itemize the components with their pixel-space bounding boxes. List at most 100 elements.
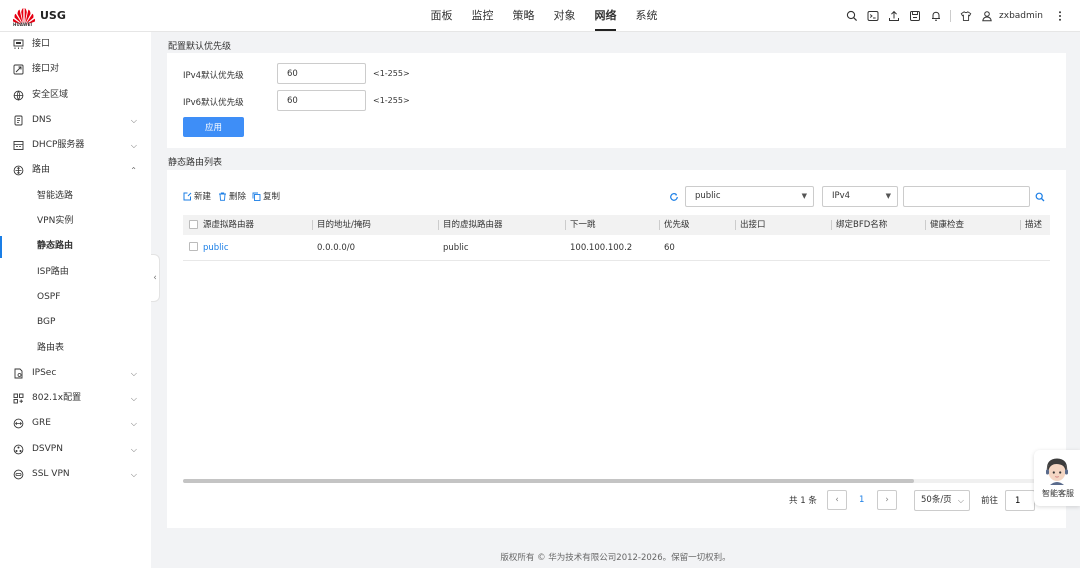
sidebar-item-ipsec[interactable]: IPSec ⌵ xyxy=(0,361,151,386)
nav-network[interactable]: 网络 xyxy=(585,0,626,32)
column-description[interactable]: 描述 xyxy=(1025,215,1042,235)
sidebar-item-ospf[interactable]: OSPF xyxy=(0,285,151,310)
row-checkbox[interactable] xyxy=(189,242,198,251)
column-next-hop[interactable]: 下一跳 xyxy=(570,215,596,235)
copy-label: 复制 xyxy=(263,192,281,202)
column-out-interface[interactable]: 出接口 xyxy=(740,215,766,235)
ssl-vpn-icon xyxy=(13,469,24,480)
sidebar-item-interface-pair[interactable]: 接口对 xyxy=(0,57,151,82)
sidebar-collapse-handle[interactable]: ‹ xyxy=(151,254,160,302)
delete-button[interactable]: 删除 xyxy=(218,190,246,202)
bell-icon[interactable] xyxy=(926,6,946,26)
new-icon xyxy=(183,192,192,200)
sidebar-item-isp-route[interactable]: ISP路由 xyxy=(0,260,151,285)
sidebar-item-routing-table[interactable]: 路由表 xyxy=(0,336,151,361)
sidebar-item-8021x[interactable]: 802.1x配置 ⌵ xyxy=(0,386,151,411)
ipv4-priority-input[interactable] xyxy=(277,63,366,84)
product-name: USG xyxy=(40,9,66,22)
ipsec-icon xyxy=(14,368,23,379)
prev-page-button[interactable]: ‹ xyxy=(827,490,847,510)
sidebar-item-vpn-instance[interactable]: VPN实例 xyxy=(0,209,151,234)
cell-next-hop: 100.100.100.2 xyxy=(570,243,633,253)
search-icon[interactable] xyxy=(1035,192,1045,202)
column-divider xyxy=(831,220,832,230)
sidebar-item-label: 静态路由 xyxy=(37,241,74,252)
chevron-down-icon: ⌵ xyxy=(130,419,137,429)
chevron-left-icon: ‹ xyxy=(835,495,839,505)
terminal-icon[interactable] xyxy=(863,6,883,26)
interface-icon xyxy=(13,39,24,49)
sidebar-item-interface[interactable]: 接口 xyxy=(0,32,151,57)
vrf-filter-select[interactable]: public ▼ xyxy=(685,186,814,207)
page-size-value: 50条/页 xyxy=(921,495,952,505)
username[interactable]: zxbadmin xyxy=(999,11,1043,21)
ipv6-priority-input[interactable] xyxy=(277,90,366,111)
chevron-left-icon: ‹ xyxy=(153,273,157,283)
assistant-label: 智能客服 xyxy=(1042,489,1074,498)
cell-src-vr[interactable]: public xyxy=(203,235,229,261)
sidebar-item-label: DSVPN xyxy=(32,443,63,454)
nav-dashboard[interactable]: 面板 xyxy=(421,0,462,32)
sidebar-item-ssl-vpn[interactable]: SSL VPN ⌵ xyxy=(0,462,151,487)
nav-monitor[interactable]: 监控 xyxy=(462,0,503,32)
select-all-checkbox[interactable] xyxy=(189,220,198,229)
next-page-button[interactable]: › xyxy=(877,490,897,510)
sidebar-item-static-route[interactable]: 静态路由 xyxy=(0,234,151,259)
caret-down-icon: ▼ xyxy=(801,192,807,200)
copy-button[interactable]: 复制 xyxy=(252,190,280,202)
ip-version-select[interactable]: IPv4 ▼ xyxy=(822,186,898,207)
sidebar-item-routing[interactable]: 路由 ⌃ xyxy=(0,158,151,183)
save-icon[interactable] xyxy=(905,6,925,26)
sidebar-item-dhcp-server[interactable]: DHCP服务器 ⌵ xyxy=(0,133,151,158)
sidebar-item-dns[interactable]: DNS ⌵ xyxy=(0,108,151,133)
sidebar-item-bgp[interactable]: BGP xyxy=(0,310,151,335)
column-dest-vr[interactable]: 目的虚拟路由器 xyxy=(443,215,503,235)
column-priority[interactable]: 优先级 xyxy=(664,215,690,235)
route-search-input[interactable] xyxy=(903,186,1030,207)
refresh-icon[interactable] xyxy=(669,192,679,202)
column-divider xyxy=(565,220,566,230)
new-button[interactable]: 新建 xyxy=(183,190,211,202)
user-icon[interactable] xyxy=(977,6,997,26)
chevron-down-icon: ⌵ xyxy=(130,444,137,454)
sidebar-item-label: DNS xyxy=(32,114,52,125)
column-bfd[interactable]: 绑定BFD名称 xyxy=(836,215,887,235)
sidebar-item-label: 路由表 xyxy=(37,342,65,353)
cell-dest-vr: public xyxy=(443,243,469,253)
column-divider xyxy=(312,220,313,230)
smart-assistant-widget[interactable]: 智能客服 xyxy=(1034,450,1080,506)
new-label: 新建 xyxy=(194,192,212,202)
sidebar: 接口 接口对 安全区域 DNS ⌵ DHCP服务器 ⌵ 路由 ⌃ 智能选路 VP… xyxy=(0,32,151,568)
sidebar-item-dsvpn[interactable]: DSVPN ⌵ xyxy=(0,437,151,462)
upload-icon[interactable] xyxy=(884,6,904,26)
shirt-icon[interactable] xyxy=(956,6,976,26)
nav-object[interactable]: 对象 xyxy=(544,0,585,32)
sidebar-item-label: 802.1x配置 xyxy=(32,393,82,404)
nav-system[interactable]: 系统 xyxy=(626,0,667,32)
page-size-select[interactable]: 50条/页 ⌵ xyxy=(914,490,970,511)
dhcp-icon xyxy=(13,141,24,151)
apply-button[interactable]: 应用 xyxy=(183,117,244,137)
column-dest[interactable]: 目的地址/掩码 xyxy=(317,215,371,235)
sidebar-item-security-zone[interactable]: 安全区域 xyxy=(0,83,151,108)
goto-page-input[interactable] xyxy=(1005,490,1035,511)
sidebar-item-label: 接口 xyxy=(32,39,51,49)
column-divider xyxy=(1020,220,1021,230)
pager-total-count: 1 xyxy=(800,496,806,506)
chevron-right-icon: › xyxy=(885,495,889,505)
sidebar-item-gre[interactable]: GRE ⌵ xyxy=(0,411,151,436)
goto-label: 前往 xyxy=(981,496,999,506)
sidebar-item-smart-routing[interactable]: 智能选路 xyxy=(0,184,151,209)
search-icon[interactable] xyxy=(842,6,862,26)
column-health-check[interactable]: 健康检查 xyxy=(930,215,964,235)
priority-section-title: 配置默认优先级 xyxy=(168,42,232,52)
delete-label: 删除 xyxy=(229,192,247,202)
table-row[interactable]: public 0.0.0.0/0 public 100.100.100.2 60 xyxy=(183,235,1050,261)
route-table-header: 源虚拟路由器 目的地址/掩码 目的虚拟路由器 下一跳 优先级 出接口 绑定BFD… xyxy=(183,215,1050,235)
column-src-vr[interactable]: 源虚拟路由器 xyxy=(203,215,254,235)
column-divider xyxy=(925,220,926,230)
nav-policy[interactable]: 策略 xyxy=(503,0,544,32)
more-menu-icon[interactable] xyxy=(1050,6,1070,26)
table-scrollbar-thumb[interactable] xyxy=(183,479,914,483)
current-page[interactable]: 1 xyxy=(859,495,864,505)
